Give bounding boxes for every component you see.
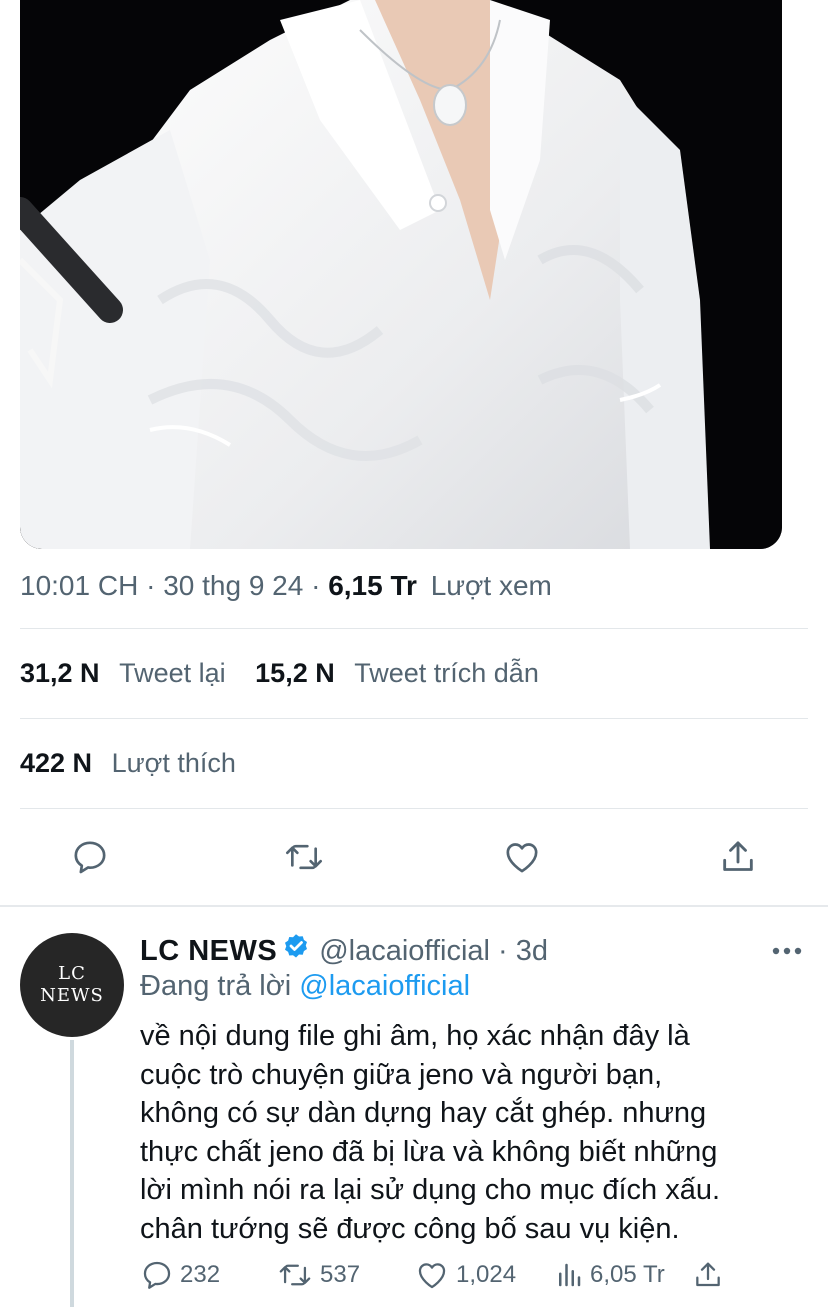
share-button[interactable] (716, 830, 760, 884)
reply-text-line: lời mình nói ra lại sử dụng cho mục đích… (140, 1174, 721, 1206)
likes-label: Lượt thích (111, 748, 236, 778)
reply-views-button[interactable]: 6,05 Tr (554, 1255, 665, 1295)
display-name[interactable]: LC NEWS (140, 935, 277, 968)
user-handle[interactable]: @lacaiofficial (319, 935, 490, 968)
reply-icon (143, 1261, 171, 1289)
meta-separator: · (146, 570, 156, 601)
like-count: 1,024 (456, 1261, 517, 1288)
divider (20, 628, 808, 629)
retweet-icon (279, 1264, 311, 1286)
reply-text-line: không có sự dàn dựng hay cắt ghép. nhưng (140, 1097, 707, 1129)
more-dots-icon (772, 947, 802, 955)
tweet-photo[interactable] (20, 0, 782, 549)
quotes-label: Tweet trích dẫn (354, 658, 539, 688)
meta-separator: · (311, 570, 321, 601)
retweet-stats[interactable]: 31,2 N Tweet lại 15,2 N Tweet trích dẫn (20, 658, 539, 689)
share-icon (723, 841, 753, 871)
retweet-count: 537 (320, 1261, 361, 1288)
tweet-age: · 3d (497, 934, 548, 967)
like-button[interactable] (500, 830, 544, 884)
reply-share-button[interactable] (692, 1255, 730, 1295)
like-icon (506, 843, 538, 873)
retweet-button[interactable] (282, 830, 326, 884)
tweet-timestamp: 10:01 CH (20, 570, 139, 601)
reply-action-bar: 232 537 1,024 6,05 Tr (140, 1255, 780, 1295)
thread-line (70, 1040, 74, 1307)
retweet-icon (286, 844, 322, 870)
views-label: Lượt xem (430, 570, 552, 601)
reply-text-line: thực chất jeno đã bị lừa và không biết n… (140, 1135, 718, 1168)
retweets-label: Tweet lại (119, 658, 226, 688)
view-count: 6,05 Tr (590, 1261, 665, 1288)
avatar[interactable]: LC NEWS (20, 933, 124, 1037)
reply-header: LC NEWS @lacaiofficial · 3d (140, 932, 548, 970)
tweet-date: 30 thg 9 24 (163, 570, 304, 601)
reply-reply-button[interactable]: 232 (140, 1255, 220, 1295)
likes-count: 422 N (20, 748, 93, 778)
reply-text-line: cuộc trò chuyện giữa jeno và người bạn, (140, 1058, 663, 1091)
reply-retweet-button[interactable]: 537 (276, 1255, 360, 1295)
divider (20, 718, 808, 719)
replying-prefix: Đang trả lời (140, 970, 292, 1002)
thread-separator (0, 905, 828, 907)
avatar-text-line2: NEWS (40, 985, 104, 1006)
reply-text: về nội dung file ghi âm, họ xác nhận đây… (140, 1017, 800, 1248)
replying-mention[interactable]: @lacaiofficial (299, 970, 470, 1002)
photo-illustration (20, 0, 782, 549)
verified-badge-icon (281, 932, 311, 970)
share-icon (696, 1262, 720, 1287)
tweet-action-bar (0, 830, 828, 884)
like-stats[interactable]: 422 N Lượt thích (20, 748, 236, 779)
reply-count: 232 (180, 1261, 221, 1288)
reply-button[interactable] (68, 830, 112, 884)
reply-text-line: về nội dung file ghi âm, họ xác nhận đây… (140, 1020, 690, 1052)
reply-text-line: chân tướng sẽ được công bố sau vụ kiện. (140, 1212, 680, 1245)
reply-icon (74, 841, 106, 874)
retweets-count: 31,2 N (20, 658, 100, 688)
like-icon (418, 1263, 446, 1289)
views-count: 6,15 Tr (328, 570, 417, 601)
reply-like-button[interactable]: 1,024 (414, 1255, 516, 1295)
views-chart-icon (559, 1263, 581, 1287)
more-options-button[interactable] (770, 940, 804, 962)
divider (20, 808, 808, 809)
quotes-count: 15,2 N (255, 658, 335, 688)
avatar-text-line1: LC (58, 963, 86, 984)
tweet-meta: 10:01 CH · 30 thg 9 24 · 6,15 Tr Lượt xe… (20, 570, 552, 602)
replying-to: Đang trả lời @lacaiofficial (140, 970, 470, 1003)
